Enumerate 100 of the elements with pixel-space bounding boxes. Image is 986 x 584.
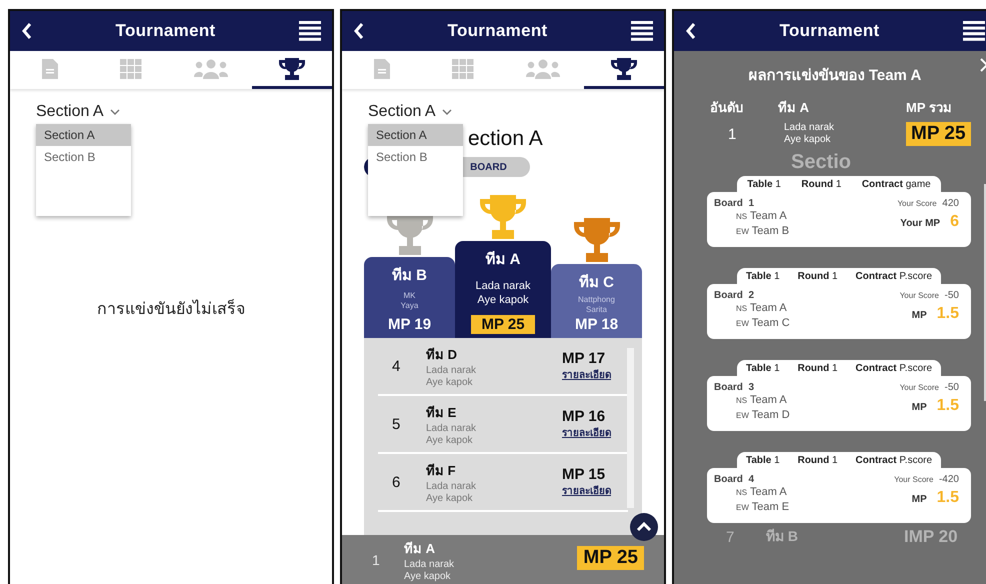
- trophy-icon: [572, 218, 622, 262]
- contract-label: Contract P.score: [856, 454, 932, 466]
- trophy-icon: [478, 195, 528, 239]
- table-label: Table 1: [746, 362, 780, 374]
- grid-icon: [452, 58, 474, 78]
- match-points: MP 19: [386, 315, 432, 334]
- match-points: IMP 20: [904, 527, 958, 547]
- rank-number: 5: [391, 416, 402, 432]
- rank-number: 7: [726, 529, 734, 546]
- podium-card[interactable]: ทีม B MK Yaya MP 19: [364, 257, 455, 338]
- document-icon: [374, 58, 390, 78]
- team-name: ทีม F: [426, 462, 457, 480]
- mp-label: MP: [912, 402, 927, 413]
- board-number: Board 1: [714, 198, 756, 209]
- menu-icon[interactable]: [963, 21, 985, 41]
- dropdown-option[interactable]: Section A: [36, 124, 131, 146]
- round-label: Round 1: [801, 178, 842, 190]
- scroll-up-button[interactable]: [630, 513, 658, 541]
- menu-icon[interactable]: [631, 21, 653, 41]
- ew-team: EW Team C: [735, 316, 790, 331]
- board-number: Board 2: [714, 290, 756, 301]
- player-name: MK: [403, 291, 416, 301]
- ns-team: NS Team A: [735, 485, 788, 500]
- details-link[interactable]: รายละเอียด: [562, 483, 628, 498]
- status-message: การแข่งขันยังไม่เสร็จ: [96, 298, 246, 320]
- ns-team: NS Team A: [735, 393, 788, 408]
- player-name: Lada narak: [404, 558, 456, 570]
- column-header: อันดับ: [710, 99, 744, 117]
- board-card[interactable]: Board 4 NS Team A EW Team E Your Score -420 MP 1.5: [707, 468, 971, 523]
- ew-team: EW Team E: [735, 500, 790, 515]
- board-number: Board 4: [714, 474, 756, 485]
- details-link[interactable]: รายละเอียด: [562, 425, 628, 440]
- people-icon: [526, 58, 560, 78]
- team-name: ทีม A: [404, 540, 436, 558]
- match-points: MP 18: [574, 315, 620, 334]
- dropdown-option[interactable]: Section B: [36, 146, 131, 168]
- player-name: Yaya: [400, 301, 418, 311]
- people-icon: [194, 58, 228, 78]
- match-points: MP 17: [562, 350, 606, 367]
- back-icon[interactable]: [686, 23, 696, 39]
- screen-title: Tournament: [780, 21, 880, 41]
- document-icon: [42, 58, 58, 78]
- back-icon[interactable]: [22, 23, 32, 39]
- column-header: MP รวม: [906, 99, 953, 117]
- score-text: Your Score -50: [900, 290, 959, 301]
- details-link[interactable]: รายละเอียด: [562, 367, 628, 382]
- chevron-down-icon[interactable]: [442, 109, 452, 115]
- screen-title: Tournament: [116, 21, 216, 41]
- dropdown-option[interactable]: Section B: [368, 146, 463, 168]
- ew-team: EW Team B: [735, 224, 790, 239]
- podium-card[interactable]: ทีม C Nattphong Sarita MP 18: [551, 264, 642, 338]
- match-points: MP 15: [562, 466, 606, 483]
- menu-icon[interactable]: [299, 21, 321, 41]
- round-label: Round 1: [798, 270, 838, 282]
- back-icon[interactable]: [354, 23, 364, 39]
- mp-label: MP: [912, 310, 927, 321]
- player-name: Nattphong: [578, 294, 615, 304]
- modal-title: ผลการแข่งขันของ Team A: [748, 66, 922, 86]
- player-name: Lada narak: [475, 279, 531, 293]
- player-name: Lada narak: [426, 422, 478, 434]
- contract-label: Contract P.score: [856, 270, 932, 282]
- rank-number: 1: [372, 552, 381, 568]
- player-name: Aye kapok: [426, 376, 474, 388]
- player-name: Aye kapok: [426, 492, 474, 504]
- team-name: ทีม D: [426, 346, 458, 364]
- round-label: Round 1: [798, 362, 838, 374]
- column-header: ทีม A: [778, 99, 810, 117]
- board-card[interactable]: Board 3 NS Team A EW Team D Your Score -50 MP 1.5: [707, 376, 971, 431]
- table-label: Table 1: [746, 270, 780, 282]
- table-label: Table 1: [747, 178, 781, 190]
- player-name: Aye kapok: [426, 434, 474, 446]
- rank-number: 4: [391, 358, 402, 374]
- board-card[interactable]: Board 2 NS Team A EW Team C Your Score -50 MP 1.5: [707, 284, 971, 339]
- team-name: ทีม C: [579, 273, 614, 293]
- score-text: Your Score 420: [897, 198, 959, 209]
- match-points: MP 25: [471, 315, 535, 334]
- section-heading: Sectio: [791, 151, 852, 174]
- scrollbar[interactable]: [627, 348, 634, 508]
- player-name: Lada narak: [784, 122, 836, 134]
- table-label: Table 1: [746, 454, 780, 466]
- team-name: ทีม A: [486, 250, 520, 270]
- podium-card[interactable]: ทีม A Lada narak Aye kapok MP 25: [455, 241, 551, 338]
- section-heading: ection A: [468, 127, 543, 151]
- chevron-down-icon[interactable]: [110, 109, 120, 115]
- contract-label: Contract P.score: [856, 362, 932, 374]
- round-label: Round 1: [798, 454, 838, 466]
- player-name: Aye kapok: [477, 293, 529, 307]
- section-dropdown[interactable]: Section A: [36, 103, 120, 121]
- ns-team: NS Team A: [735, 209, 788, 224]
- ns-team: NS Team A: [735, 301, 788, 316]
- player-name: Lada narak: [426, 480, 478, 492]
- player-name: Aye kapok: [784, 134, 832, 146]
- trophy-icon: [610, 58, 637, 80]
- section-dropdown[interactable]: Section A: [368, 103, 452, 121]
- team-name: ทีม B: [766, 527, 798, 546]
- score-text: Your Score -50: [900, 382, 959, 393]
- player-name: Aye kapok: [404, 570, 452, 582]
- grid-icon: [120, 58, 142, 78]
- board-card[interactable]: Board 1 NS Team A EW Team B Your Score 420 Your MP 6: [707, 192, 971, 247]
- dropdown-option[interactable]: Section A: [368, 124, 463, 146]
